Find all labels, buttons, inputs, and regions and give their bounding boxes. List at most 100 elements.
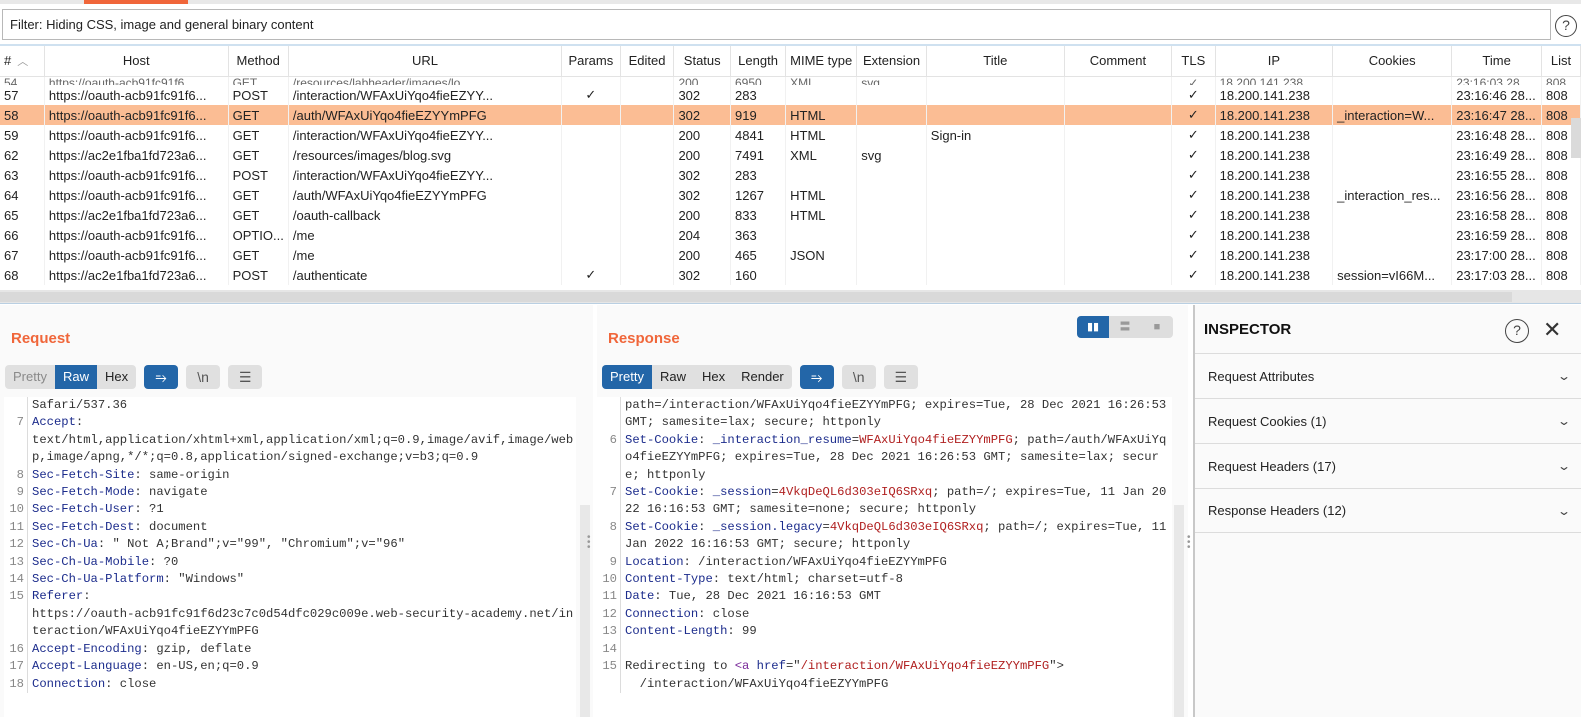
- line-text: Set-Cookie: _session.legacy=4VkqDeQL6d30…: [621, 519, 1172, 554]
- tab-raw[interactable]: Raw: [54, 365, 97, 389]
- cell-status: 204: [673, 225, 731, 245]
- cell-comment: [1064, 165, 1173, 185]
- text-segment: :: [698, 519, 713, 534]
- column-header-ip[interactable]: IP: [1215, 46, 1334, 77]
- help-icon[interactable]: ?: [1505, 319, 1529, 343]
- table-horizontal-scrollbar[interactable]: [0, 290, 1581, 304]
- table-row[interactable]: 62 https://ac2e1fba1fd723a6... GET/resourc…: [0, 145, 1581, 165]
- column-header-title[interactable]: Title: [926, 46, 1065, 77]
- tab-pretty[interactable]: Pretty: [602, 365, 652, 389]
- chevron-down-icon[interactable]: ⌄: [1557, 369, 1571, 383]
- line-number: 14: [4, 571, 28, 589]
- chevron-down-icon[interactable]: ⌄: [1557, 504, 1571, 518]
- table-row-selected[interactable]: 58 https://oauth-acb91fc91f6... GET/auth/W…: [0, 105, 1581, 125]
- column-header-comment[interactable]: Comment: [1064, 46, 1173, 77]
- show-newlines-icon[interactable]: \n: [186, 365, 221, 389]
- cell-comment: [1064, 245, 1173, 265]
- show-newlines-icon[interactable]: \n: [841, 365, 876, 389]
- column-header-list[interactable]: List: [1541, 46, 1581, 77]
- column-header-[interactable]: # ︿: [0, 46, 45, 77]
- tab-hex[interactable]: Hex: [694, 365, 733, 389]
- response-editor[interactable]: path=/interaction/WFAxUiYqo4fieEZYYmPFG;…: [597, 397, 1172, 717]
- menu-icon[interactable]: ☰: [228, 365, 263, 389]
- line-number: 9: [597, 553, 621, 572]
- code-line: /interaction/WFAxUiYqo4fieEZYYmPFG: [597, 675, 1172, 693]
- inspector-drag-handle[interactable]: • • •: [1187, 533, 1191, 553]
- line-number: 18: [4, 675, 28, 693]
- inspector-section-response-headers[interactable]: Response Headers (12) ⌄: [1195, 488, 1581, 533]
- line-number: 10: [4, 501, 28, 519]
- column-header-cookies[interactable]: Cookies: [1332, 46, 1453, 77]
- text-segment: : gzip, deflate: [141, 641, 252, 656]
- line-text: Date: Tue, 28 Dec 2021 16:16:53 GMT: [621, 588, 881, 605]
- column-header-host[interactable]: Host: [44, 46, 229, 77]
- inspector-section-request-cookies[interactable]: Request Cookies (1) ⌄: [1195, 398, 1581, 443]
- cell-cookies: _interaction_res...: [1332, 185, 1453, 205]
- column-header-status[interactable]: Status: [673, 46, 731, 77]
- column-header-tls[interactable]: TLS: [1171, 46, 1216, 77]
- code-line: 10 Sec-Fetch-User: ?1: [4, 501, 576, 519]
- cell-status: 200: [673, 145, 731, 165]
- cell-host: https://oauth-acb91fc91f6...: [44, 245, 229, 265]
- table-row-partial[interactable]: 54 https://oauth-acb91fc91f6... GET/resour…: [0, 76, 1581, 85]
- single-pane-layout-icon[interactable]: ■: [1141, 316, 1173, 338]
- table-row[interactable]: 65 https://ac2e1fba1fd723a6... GET/oauth-c…: [0, 205, 1581, 225]
- inspector-section-request-attributes[interactable]: Request Attributes ⌄: [1195, 353, 1581, 398]
- table-row[interactable]: 67 https://oauth-acb91fc91f6... GET/me 200 4…: [0, 245, 1581, 265]
- filter-bar[interactable]: Filter: Hiding CSS, image and general bi…: [2, 9, 1551, 40]
- column-header-params[interactable]: Params: [561, 46, 621, 77]
- cell-title: [926, 145, 1065, 165]
- cell-edited: [620, 76, 675, 85]
- help-icon[interactable]: ?: [1555, 15, 1577, 37]
- cell-edited: [620, 245, 675, 265]
- cell-tls: ✓: [1171, 245, 1216, 265]
- menu-icon[interactable]: ☰: [883, 365, 918, 389]
- side-by-side-layout-icon[interactable]: ▮▮: [1077, 316, 1109, 338]
- tab-hex[interactable]: Hex: [97, 365, 136, 389]
- table-vertical-scrollbar[interactable]: [1571, 118, 1581, 158]
- wrap-lines-icon[interactable]: ⥱: [799, 365, 834, 389]
- scrollbar-thumb[interactable]: [0, 292, 1512, 302]
- sort-ascending-icon[interactable]: ︿: [17, 56, 28, 68]
- stacked-layout-icon[interactable]: 〓: [1109, 316, 1141, 338]
- wrap-lines-icon[interactable]: ⥱: [144, 365, 179, 389]
- text-segment: : ?0: [149, 554, 179, 569]
- table-row[interactable]: 66 https://oauth-acb91fc91f6... OPTIO.../m…: [0, 225, 1581, 245]
- column-header-method[interactable]: Method: [228, 46, 289, 77]
- column-header-time[interactable]: Time: [1451, 46, 1543, 77]
- chevron-down-icon[interactable]: ⌄: [1557, 414, 1571, 428]
- tab-raw[interactable]: Raw: [652, 365, 694, 389]
- table-row[interactable]: 64 https://oauth-acb91fc91f6... GET/auth/W…: [0, 185, 1581, 205]
- pane-drag-handle[interactable]: • • •: [587, 533, 591, 553]
- header-value-highlight: 4VkqDeQL6d303eIQ6SRxq: [829, 519, 984, 534]
- cell-comment: [1064, 225, 1173, 245]
- inspector-section-request-headers[interactable]: Request Headers (17) ⌄: [1195, 443, 1581, 488]
- cell-num: 68: [0, 265, 45, 285]
- tab-pretty[interactable]: Pretty: [5, 365, 55, 389]
- column-header-length[interactable]: Length: [730, 46, 787, 77]
- column-header-mime-type[interactable]: MIME type: [785, 46, 858, 77]
- tab-render[interactable]: Render: [733, 365, 792, 389]
- close-icon[interactable]: ✕: [1543, 317, 1561, 343]
- column-header-extension[interactable]: Extension: [856, 46, 927, 77]
- response-editor-scrollbar[interactable]: [1174, 505, 1184, 717]
- table-row[interactable]: 59 https://oauth-acb91fc91f6... GET/intera…: [0, 125, 1581, 145]
- cell-edited: [620, 185, 675, 205]
- table-row[interactable]: 68 https://ac2e1fba1fd723a6... POST/authen…: [0, 265, 1581, 285]
- column-header-url[interactable]: URL: [288, 46, 563, 77]
- line-number: 8: [597, 518, 621, 554]
- table-row[interactable]: 63 https://oauth-acb91fc91f6... POST/inter…: [0, 165, 1581, 185]
- column-header-edited[interactable]: Edited: [620, 46, 675, 77]
- request-editor[interactable]: Safari/537.36 7 Accept: text/html,applicati…: [4, 397, 576, 717]
- cell-list: 808: [1541, 165, 1581, 185]
- chevron-down-icon[interactable]: ⌄: [1557, 459, 1571, 473]
- cell-status: 200: [673, 245, 731, 265]
- cell-length: 283: [730, 165, 787, 185]
- cell-title: [926, 265, 1065, 285]
- cell-comment: [1064, 265, 1173, 285]
- table-row[interactable]: 57 https://oauth-acb91fc91f6... POST/inter…: [0, 85, 1581, 105]
- cell-cookies: [1332, 225, 1453, 245]
- cell-ip: 18.200.141.238: [1215, 245, 1334, 265]
- cell-length: 363: [730, 225, 787, 245]
- cell-tls: ✓: [1171, 185, 1216, 205]
